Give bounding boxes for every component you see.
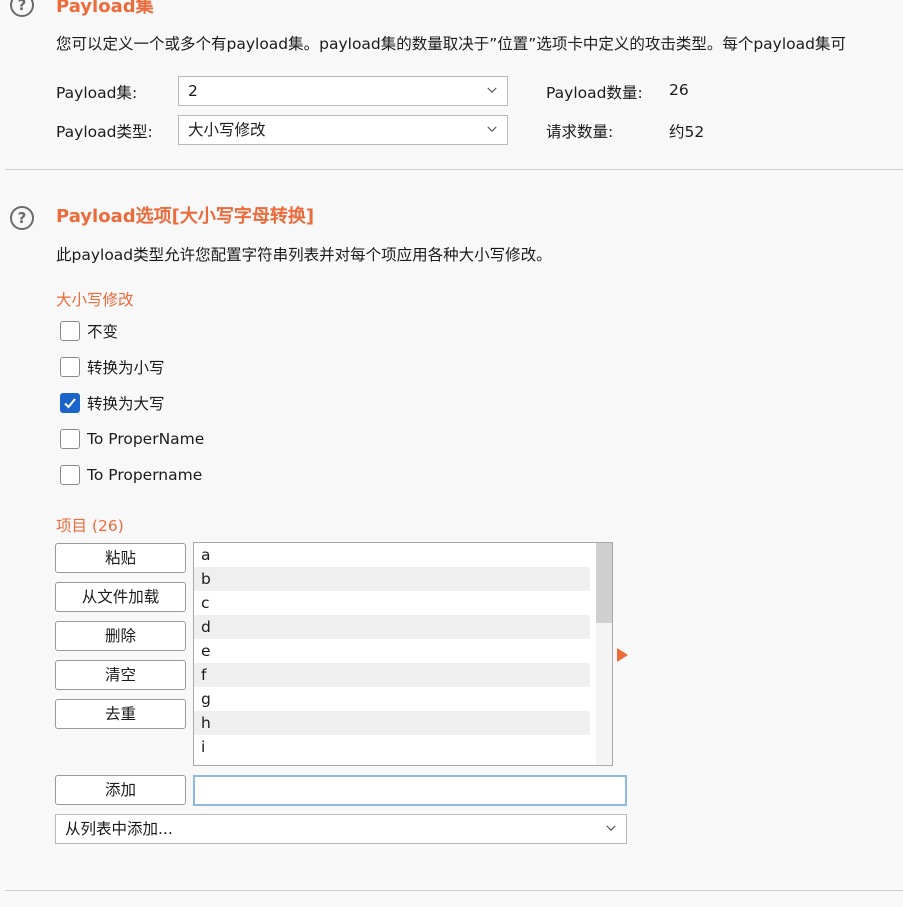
remove-button[interactable]: 删除 xyxy=(55,621,186,651)
scrollbar-thumb[interactable] xyxy=(596,543,612,623)
divider xyxy=(5,169,903,170)
list-item[interactable]: f xyxy=(194,663,590,687)
help-icon[interactable]: ? xyxy=(10,206,34,230)
list-item[interactable]: e xyxy=(194,639,590,663)
payload-count-label: Payload数量: xyxy=(546,84,643,102)
option-propername[interactable]: To Propername xyxy=(60,464,202,486)
payload-set-value: 2 xyxy=(188,82,198,100)
payload-sets-description: 您可以定义一个或多个有payload集。payload集的数量取决于”位置”选项… xyxy=(56,35,846,53)
list-item[interactable]: b xyxy=(194,567,590,591)
payload-items-list[interactable]: a b c d e f g h i xyxy=(193,542,613,766)
checkbox[interactable] xyxy=(60,429,80,449)
payload-count-value: 26 xyxy=(669,81,689,99)
clear-button[interactable]: 清空 xyxy=(55,660,186,690)
request-count-value: 约52 xyxy=(669,123,705,141)
payload-set-label: Payload集: xyxy=(56,84,138,102)
list-item[interactable]: i xyxy=(194,735,590,759)
option-label: 转换为大写 xyxy=(87,395,165,413)
option-to-lower[interactable]: 转换为小写 xyxy=(60,356,165,378)
payload-options-title: Payload选项[大小写字母转换] xyxy=(56,206,315,227)
option-label: To Propername xyxy=(87,466,203,484)
chevron-down-icon xyxy=(487,126,497,132)
list-scrollbar[interactable] xyxy=(596,543,612,765)
list-item[interactable]: c xyxy=(194,591,590,615)
checkbox[interactable] xyxy=(60,357,80,377)
add-button[interactable]: 添加 xyxy=(55,775,186,805)
paste-button[interactable]: 粘贴 xyxy=(55,543,186,573)
list-item[interactable]: g xyxy=(194,687,590,711)
list-item[interactable]: d xyxy=(194,615,590,639)
add-from-list-value: 从列表中添加... xyxy=(65,820,173,838)
items-header: 项目 (26) xyxy=(56,517,124,535)
divider xyxy=(5,890,903,891)
chevron-down-icon xyxy=(606,825,616,831)
payload-type-select[interactable]: 大小写修改 xyxy=(178,115,508,145)
payload-type-label: Payload类型: xyxy=(56,123,153,141)
deduplicate-button[interactable]: 去重 xyxy=(55,699,186,729)
option-label: To ProperName xyxy=(87,430,205,448)
add-item-input[interactable] xyxy=(193,775,627,806)
payload-set-select[interactable]: 2 xyxy=(178,76,508,106)
option-no-change[interactable]: 不变 xyxy=(60,320,118,342)
chevron-down-icon xyxy=(487,87,497,93)
check-icon xyxy=(64,398,76,409)
option-label: 转换为小写 xyxy=(87,359,165,377)
request-count-label: 请求数量: xyxy=(546,123,614,141)
load-from-file-button[interactable]: 从文件加载 xyxy=(55,582,186,612)
payload-options-description: 此payload类型允许您配置字符串列表并对每个项应用各种大小写修改。 xyxy=(56,246,552,264)
option-to-upper[interactable]: 转换为大写 xyxy=(60,392,165,414)
list-item[interactable]: a xyxy=(194,543,590,567)
payload-sets-title: Payload集 xyxy=(56,0,154,17)
help-icon[interactable]: ? xyxy=(10,0,34,17)
checkbox-checked[interactable] xyxy=(60,393,80,413)
checkbox[interactable] xyxy=(60,321,80,341)
payloads-panel: ? Payload集 您可以定义一个或多个有payload集。payload集的… xyxy=(0,0,903,907)
option-label: 不变 xyxy=(87,323,119,341)
list-item[interactable]: h xyxy=(194,711,590,735)
payload-type-value: 大小写修改 xyxy=(188,121,266,139)
checkbox[interactable] xyxy=(60,465,80,485)
add-from-list-select[interactable]: 从列表中添加... xyxy=(55,814,627,844)
case-modification-header: 大小写修改 xyxy=(56,291,134,309)
arrow-right-icon xyxy=(617,648,628,662)
option-proper-name[interactable]: To ProperName xyxy=(60,428,204,450)
